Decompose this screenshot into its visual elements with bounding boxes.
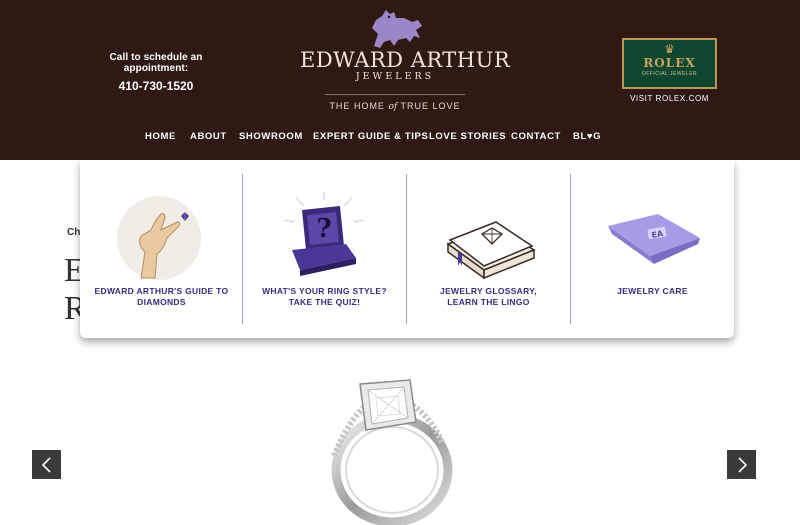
tagline-of: of	[388, 102, 398, 112]
dropdown-label: WHAT'S YOUR RING STYLE? TAKE THE QUIZ!	[243, 286, 406, 308]
dropdown-item-jewelry-care[interactable]: EA JEWELRY CARE	[571, 160, 734, 330]
site-logo[interactable]: EDWARD ARTHUR JEWELERS THE HOME of TRUE …	[300, 8, 511, 112]
nav-about[interactable]: ABOUT	[190, 131, 227, 142]
dropdown-label-line1: EDWARD ARTHUR'S GUIDE TO	[94, 286, 229, 296]
engagement-ring-image	[331, 379, 453, 525]
slider-next-button[interactable]	[727, 450, 756, 479]
svg-text:?: ?	[316, 214, 331, 244]
dropdown-item-diamond-guide[interactable]: EDWARD ARTHUR'S GUIDE TO DIAMONDS	[80, 160, 243, 330]
dropdown-item-glossary[interactable]: JEWELRY GLOSSARY, LEARN THE LINGO	[407, 160, 570, 330]
dropdown-label-line2: TAKE THE QUIZ!	[288, 297, 361, 307]
hand-diamond-icon	[117, 196, 201, 280]
nav-expert-guide[interactable]: EXPERT GUIDE & TIPS	[313, 131, 428, 142]
dropdown-label-line1: WHAT'S YOUR RING STYLE?	[262, 286, 387, 296]
crown-icon: ♛	[664, 42, 675, 56]
dropdown-label-line2: DIAMONDS	[137, 297, 186, 307]
rolex-official-jeweler: OFFICIAL JEWELER	[641, 71, 698, 77]
slider-prev-button[interactable]	[32, 450, 61, 479]
ring-box-question-icon: ?	[283, 192, 365, 276]
tagline-post: TRUE LOVE	[397, 101, 461, 111]
phone-number[interactable]: 410-730-1520	[86, 79, 226, 93]
dropdown-label: JEWELRY CARE	[571, 286, 734, 297]
appointment-text: Call to schedule an appointment:	[109, 52, 203, 74]
logo-divider	[325, 94, 465, 95]
dropdown-label-line1: JEWELRY GLOSSARY,	[440, 286, 537, 296]
nav-home[interactable]: HOME	[145, 131, 176, 142]
nav-showroom[interactable]: SHOWROOM	[239, 131, 303, 142]
nav-love-stories[interactable]: LOVE STORIES	[429, 131, 506, 142]
chevron-left-icon	[41, 457, 51, 473]
site-header: Call to schedule an appointment: 410-730…	[0, 0, 800, 160]
expert-guide-dropdown: EDWARD ARTHUR'S GUIDE TO DIAMONDS ? WHAT…	[80, 160, 734, 338]
nav-contact[interactable]: CONTACT	[511, 131, 561, 142]
appointment-info: Call to schedule an appointment: 410-730…	[86, 52, 226, 93]
rolex-badge[interactable]: ♛ ROLEX OFFICIAL JEWELER	[622, 38, 717, 89]
dropdown-item-ring-quiz[interactable]: ? WHAT'S YOUR RING STYLE? TAKE THE QUIZ!	[243, 160, 406, 330]
dropdown-label: JEWELRY GLOSSARY, LEARN THE LINGO	[407, 286, 570, 308]
lion-crest-icon	[372, 10, 422, 48]
tagline-pre: THE HOME	[329, 101, 389, 111]
nav-blog[interactable]: BL♥G	[573, 131, 601, 142]
visit-rolex-link[interactable]: VISIT ROLEX.COM	[622, 94, 717, 103]
chevron-right-icon	[737, 457, 747, 473]
dropdown-label-line2: LEARN THE LINGO	[447, 297, 530, 307]
dropdown-label: EDWARD ARTHUR'S GUIDE TO DIAMONDS	[80, 286, 243, 308]
brand-name: EDWARD ARTHUR	[300, 48, 511, 72]
dropdown-label-line1: JEWELRY CARE	[617, 286, 688, 296]
tagline: THE HOME of TRUE LOVE	[300, 101, 490, 112]
rolex-name: ROLEX	[643, 56, 696, 70]
brand-subtitle: JEWELERS	[355, 71, 435, 82]
polishing-cloth-icon: EA	[608, 214, 700, 264]
glossary-book-icon	[446, 221, 536, 280]
